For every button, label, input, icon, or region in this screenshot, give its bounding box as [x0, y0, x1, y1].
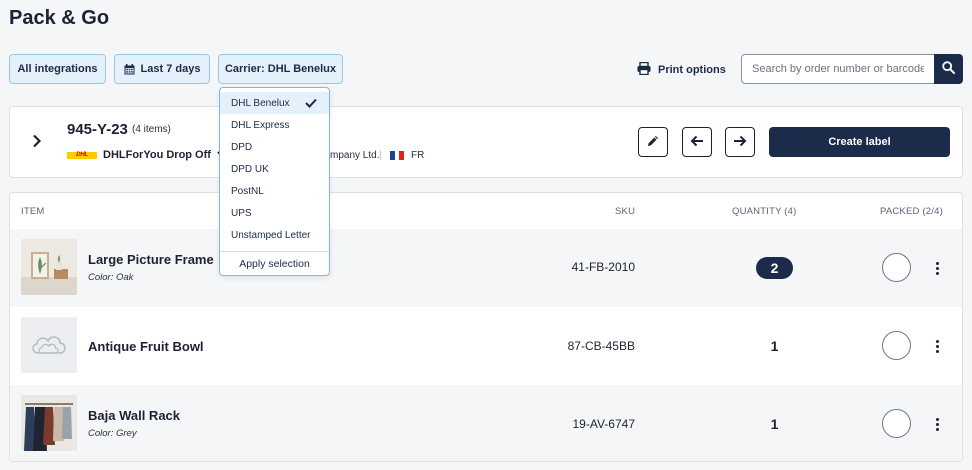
order-card: 945-Y-23 (4 items) DHL DHLForYou Drop Of… [9, 106, 963, 178]
carrier-option-unstamped-letter[interactable]: Unstamped Letter [220, 224, 329, 246]
flag-stripe-red [399, 151, 405, 160]
item-sku: 41-FB-2010 [571, 260, 635, 274]
dropdown-divider [220, 251, 329, 252]
company-name: mpany Ltd. [330, 150, 380, 161]
packed-toggle[interactable] [882, 409, 911, 438]
carrier-option-label: DHL Benelux [231, 97, 290, 109]
print-options-button[interactable]: Print options [637, 60, 726, 80]
date-filter-button[interactable]: Last 7 days [114, 54, 210, 84]
carrier-filter-button[interactable]: Carrier: DHL Benelux [218, 54, 343, 84]
create-label-button[interactable]: Create label [769, 127, 950, 157]
carrier-filter-label: Carrier: DHL Benelux [224, 63, 337, 75]
carrier-option-label: UPS [231, 207, 252, 219]
carrier-option-dhl-express[interactable]: DHL Express [220, 114, 329, 136]
france-flag-icon [390, 151, 405, 160]
carrier-option-dpd-uk[interactable]: DPD UK [220, 158, 329, 180]
carrier-service-label: DHLForYou Drop Off [103, 149, 211, 161]
column-header-item: ITEM [21, 206, 45, 217]
item-quantity: 1 [770, 338, 779, 354]
more-options-icon[interactable] [934, 418, 940, 431]
calendar-icon [124, 63, 135, 75]
order-number: 945-Y-23 [67, 121, 128, 138]
product-image-picture-frame [21, 239, 77, 295]
product-image-placeholder [21, 317, 77, 373]
carrier-option-label: DPD UK [231, 163, 269, 175]
arrow-right-icon [733, 135, 747, 150]
packed-toggle[interactable] [882, 331, 911, 360]
search-input[interactable] [741, 54, 934, 84]
carrier-option-ups[interactable]: UPS [220, 202, 329, 224]
more-options-icon[interactable] [934, 262, 940, 275]
column-header-quantity: QUANTITY (4) [732, 206, 797, 217]
carrier-option-dpd[interactable]: DPD [220, 136, 329, 158]
packed-toggle[interactable] [882, 253, 911, 282]
checkmark-icon [305, 98, 317, 111]
print-options-label: Print options [658, 64, 726, 76]
item-variant: Color: Grey [88, 428, 137, 439]
integrations-filter-label: All integrations [17, 63, 98, 75]
table-row: Large Picture Frame Color: Oak 41-FB-201… [10, 229, 962, 307]
carrier-service-selector[interactable]: DHL DHLForYou Drop Off [67, 149, 227, 161]
item-name: Baja Wall Rack [88, 408, 181, 423]
country-code: FR [411, 150, 425, 161]
dhl-logo-text: DHL [76, 152, 88, 158]
next-order-button[interactable] [725, 127, 755, 157]
integrations-filter-button[interactable]: All integrations [9, 54, 106, 84]
item-name: Large Picture Frame [88, 252, 214, 267]
order-item-count: (4 items) [132, 124, 171, 135]
item-variant: Color: Oak [88, 272, 134, 283]
item-sku: 19-AV-6747 [572, 417, 636, 431]
search-icon [942, 61, 955, 77]
carrier-option-label: DHL Express [231, 119, 290, 131]
search-bar [741, 54, 963, 84]
apply-selection-button[interactable]: Apply selection [220, 255, 329, 273]
meta-separator: | [379, 150, 382, 161]
previous-order-button[interactable] [682, 127, 712, 157]
product-image-wall-rack [21, 395, 77, 451]
item-quantity-badge: 2 [756, 257, 793, 279]
edit-order-button[interactable] [638, 127, 668, 157]
carrier-option-postnl[interactable]: PostNL [220, 180, 329, 202]
page-title: Pack & Go [9, 7, 110, 29]
date-filter-label: Last 7 days [140, 63, 201, 75]
carrier-dropdown-menu: DHL Benelux DHL Express DPD DPD UK PostN… [219, 87, 330, 276]
carrier-option-label: DPD [231, 141, 253, 153]
pencil-icon [646, 134, 660, 151]
item-quantity: 1 [770, 416, 779, 432]
dhl-logo-icon: DHL [67, 151, 97, 159]
column-header-sku: SKU [615, 206, 636, 217]
items-table: ITEM SKU QUANTITY (4) PACKED (2/4) Large… [9, 192, 963, 462]
printer-icon [637, 61, 651, 78]
table-row: Antique Fruit Bowl 87-CB-45BB 1 [10, 307, 962, 385]
carrier-option-label: PostNL [231, 185, 264, 197]
more-options-icon[interactable] [934, 340, 940, 353]
chevron-right-icon[interactable] [32, 134, 42, 153]
column-header-packed: PACKED (2/4) [880, 206, 943, 217]
item-name: Antique Fruit Bowl [88, 339, 204, 354]
table-row: Baja Wall Rack Color: Grey 19-AV-6747 1 [10, 385, 962, 461]
carrier-option-label: Unstamped Letter [231, 229, 311, 241]
search-button[interactable] [934, 54, 963, 84]
item-sku: 87-CB-45BB [567, 339, 635, 353]
arrow-left-icon [690, 135, 704, 150]
carrier-option-dhl-benelux[interactable]: DHL Benelux [220, 92, 329, 114]
